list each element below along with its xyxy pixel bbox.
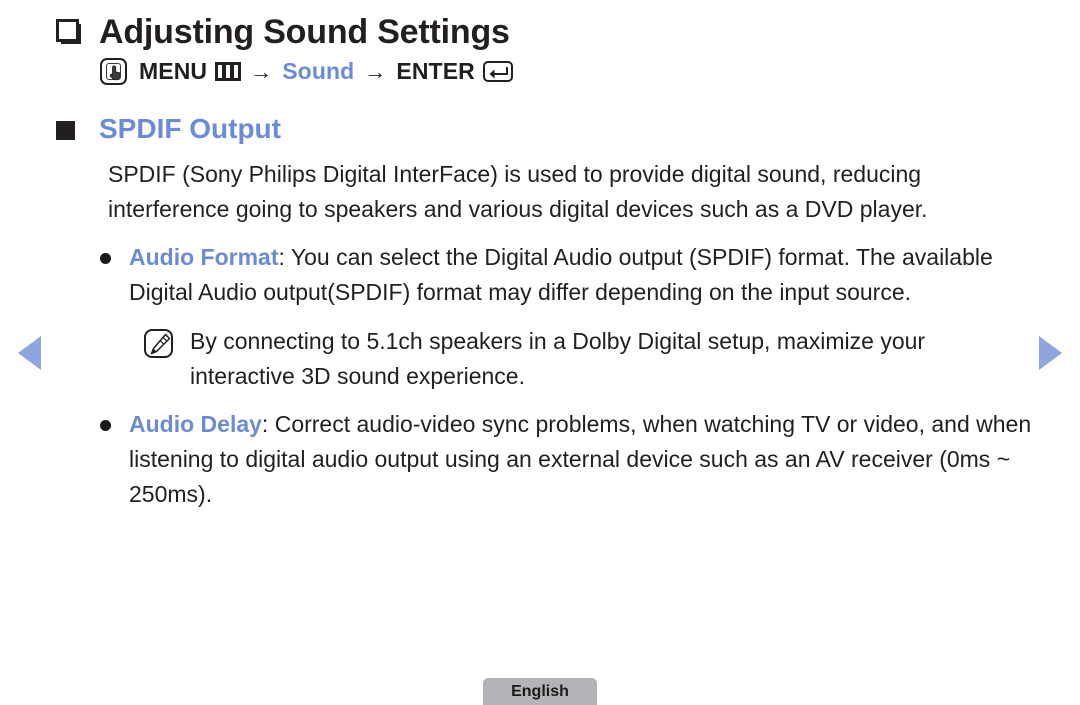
press-hand-icon bbox=[100, 58, 127, 85]
list-item: Audio Format: You can select the Digital… bbox=[100, 240, 1036, 310]
stacked-square-icon bbox=[56, 19, 82, 47]
path-arrow-1: → bbox=[250, 58, 273, 84]
section-title: SPDIF Output bbox=[99, 113, 281, 144]
bullet-separator: : bbox=[261, 411, 275, 437]
note-pencil-icon bbox=[144, 329, 173, 358]
dot-bullet-icon bbox=[100, 420, 111, 431]
bullet-text: Audio Delay: Correct audio-video sync pr… bbox=[129, 407, 1036, 512]
enter-return-icon bbox=[482, 61, 513, 82]
sound-label: Sound bbox=[282, 58, 355, 84]
dot-bullet-icon bbox=[100, 253, 111, 264]
manual-page: Adjusting Sound Settings MENU → Sound → … bbox=[0, 0, 1080, 705]
square-bullet-icon bbox=[56, 121, 75, 140]
enter-label: ENTER bbox=[396, 58, 475, 84]
bullet-keyword: Audio Format bbox=[129, 244, 279, 270]
menu-bars-icon bbox=[215, 62, 242, 81]
section-heading-row: SPDIF Output bbox=[56, 110, 1036, 148]
page-content: Adjusting Sound Settings MENU → Sound → … bbox=[56, 10, 1036, 512]
note-text: By connecting to 5.1ch speakers in a Dol… bbox=[190, 328, 926, 389]
path-arrow-2: → bbox=[364, 58, 387, 84]
page-title-row: Adjusting Sound Settings bbox=[56, 10, 1036, 54]
triangle-right-icon[interactable] bbox=[1039, 336, 1062, 370]
bullet-text: Audio Format: You can select the Digital… bbox=[129, 240, 1036, 310]
bullet-keyword: Audio Delay bbox=[129, 411, 262, 437]
section-intro-text: SPDIF (Sony Philips Digital InterFace) i… bbox=[108, 161, 928, 222]
page-title: Adjusting Sound Settings bbox=[99, 13, 510, 51]
menu-path: MENU → Sound → ENTER bbox=[100, 58, 1036, 85]
bullet-separator: : bbox=[278, 244, 291, 270]
language-button[interactable]: English bbox=[483, 678, 597, 705]
note-block: By connecting to 5.1ch speakers in a Dol… bbox=[144, 324, 1036, 394]
list-item: Audio Delay: Correct audio-video sync pr… bbox=[100, 407, 1036, 512]
triangle-left-icon[interactable] bbox=[18, 336, 41, 370]
menu-label: MENU bbox=[139, 58, 208, 84]
